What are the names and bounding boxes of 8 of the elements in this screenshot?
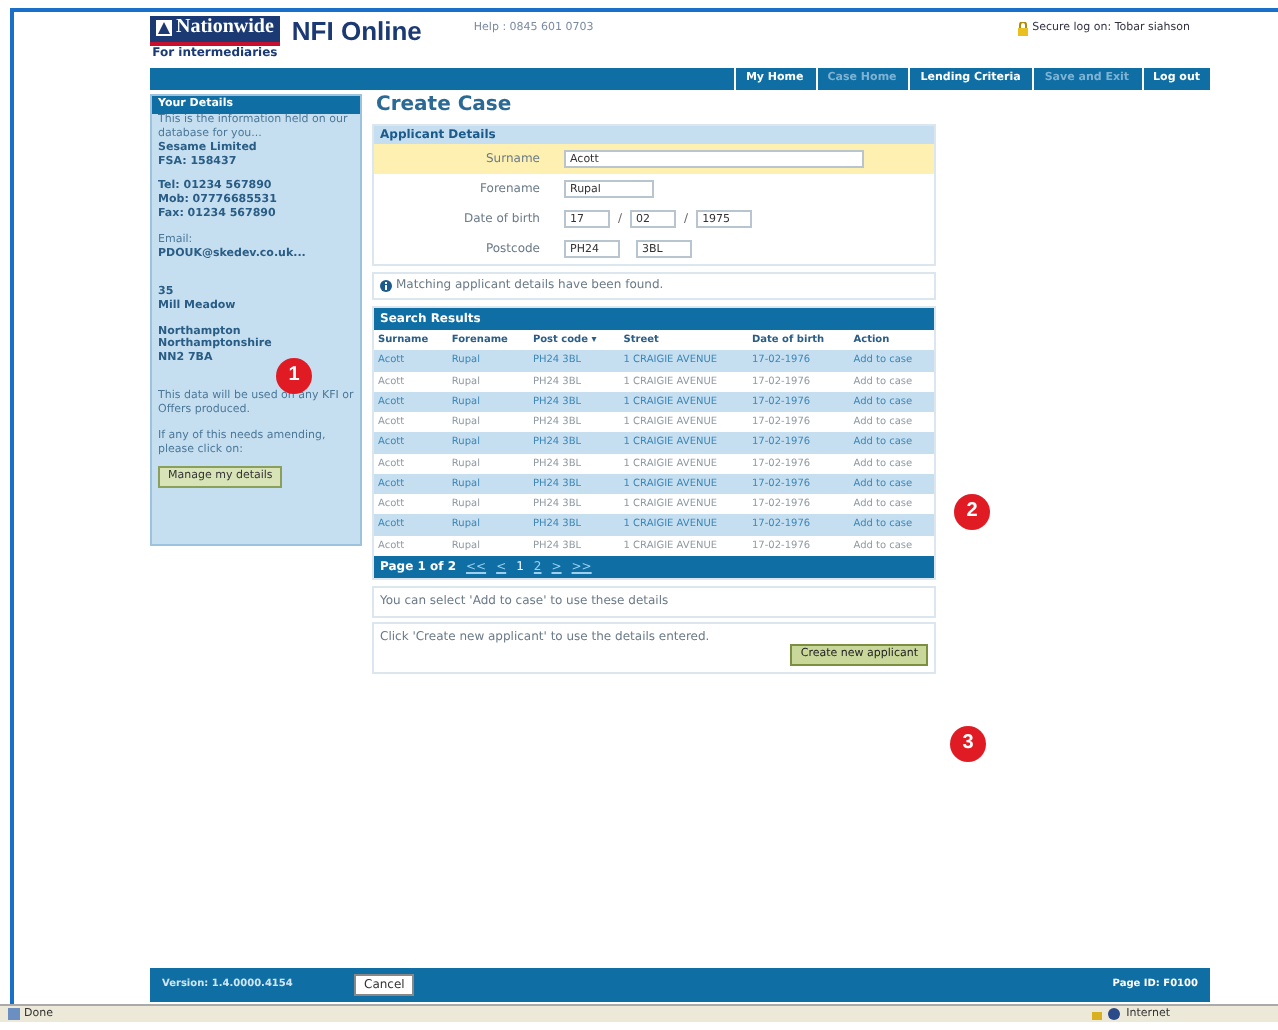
product-name: NFI Online [291,16,422,49]
info-icon [380,279,392,292]
logo: Nationwide [150,16,280,45]
emblem-icon [156,20,172,37]
callout-marker: 2 [954,494,990,530]
callout-marker: 3 [950,726,986,762]
globe-icon [1108,1008,1121,1020]
page-title: Create Case [376,94,514,119]
